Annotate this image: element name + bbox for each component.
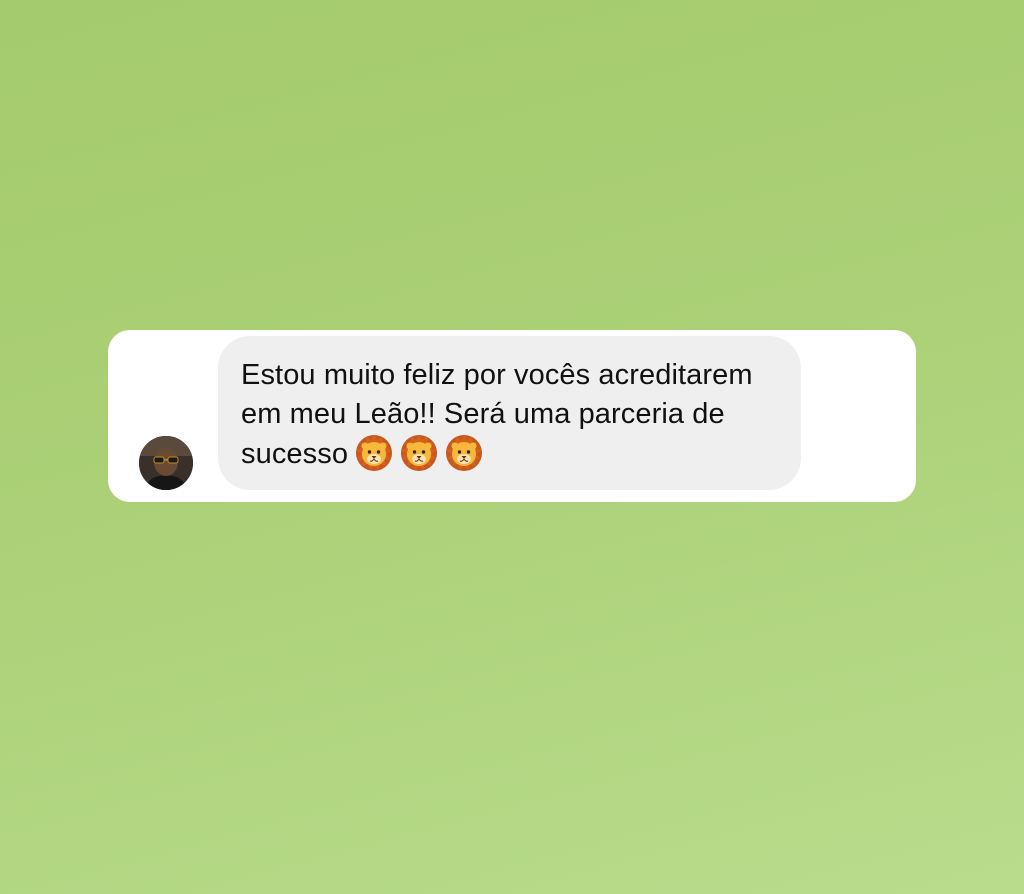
message-text: Estou muito feliz por vocês acreditarem …	[241, 356, 781, 474]
user-avatar[interactable]	[139, 436, 193, 490]
lion-face-icon	[445, 434, 483, 472]
lion-face-icon	[400, 434, 438, 472]
avatar-photo	[139, 436, 193, 490]
message-bubble[interactable]: Estou muito feliz por vocês acreditarem …	[218, 336, 801, 490]
comment-card: Estou muito feliz por vocês acreditarem …	[108, 330, 916, 502]
lion-face-icon	[355, 434, 393, 472]
message-body: Estou muito feliz por vocês acreditarem …	[241, 359, 753, 470]
emoji-group	[348, 435, 483, 471]
